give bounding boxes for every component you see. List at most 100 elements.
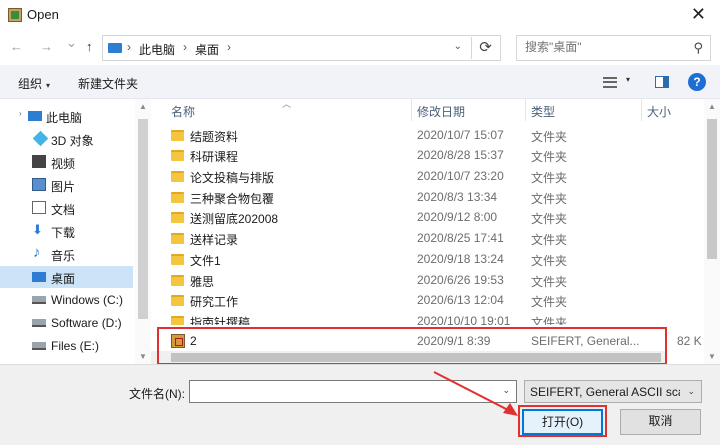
desktop-icon xyxy=(32,272,46,282)
cancel-button[interactable]: 取消 xyxy=(620,409,701,435)
sidebar-item-downloads[interactable]: ⬇ 下载 xyxy=(0,220,133,242)
document-icon xyxy=(32,201,46,214)
breadcrumb-separator: › xyxy=(227,40,231,54)
sidebar-item-drive-e[interactable]: Files (E:) xyxy=(0,335,133,357)
scroll-up-icon[interactable]: ▲ xyxy=(708,102,716,111)
command-toolbar: 组织 ▾ 新建文件夹 ▾ ? xyxy=(0,65,720,99)
filetype-select[interactable]: SEIFERT, General ASCII scan ( ⌄ xyxy=(524,380,702,403)
file-row[interactable]: 论文投稿与排版 2020/10/7 23:20 文件夹 xyxy=(151,166,704,186)
navigation-pane: › 此电脑 3D 对象 视频 图片 文档 ⬇ 下载 ♪ 音乐 桌面 Window… xyxy=(0,99,135,364)
search-input[interactable] xyxy=(525,40,680,54)
file-row[interactable]: 科研课程 2020/8/28 15:37 文件夹 xyxy=(151,145,704,165)
column-divider[interactable] xyxy=(641,99,642,121)
annotation-box-open xyxy=(518,405,607,437)
folder-icon xyxy=(171,171,184,182)
sidebar-item-label: 图片 xyxy=(51,180,76,194)
scroll-down-icon[interactable]: ▼ xyxy=(708,352,716,361)
breadcrumb-separator: › xyxy=(183,40,187,54)
search-box[interactable]: ⚲ xyxy=(516,35,711,61)
refresh-icon[interactable]: ⟳ xyxy=(471,37,499,59)
file-row[interactable]: 研究工作 2020/6/13 12:04 文件夹 xyxy=(151,290,704,310)
scroll-down-icon[interactable]: ▼ xyxy=(139,352,147,361)
column-header-type[interactable]: 类型 xyxy=(531,103,555,125)
drive-icon xyxy=(32,296,46,304)
chevron-down-icon[interactable]: ⌄ xyxy=(687,386,695,397)
column-header-size[interactable]: 大小 xyxy=(647,103,671,125)
file-modified: 2020/10/7 23:20 xyxy=(417,169,504,183)
folder-icon xyxy=(171,295,184,306)
scrollbar-thumb[interactable] xyxy=(707,119,717,259)
download-icon: ⬇ xyxy=(32,222,43,237)
file-name: 研究工作 xyxy=(190,295,239,309)
sidebar-item-label: Files (E:) xyxy=(51,339,99,353)
window-title: Open xyxy=(27,7,59,22)
file-row[interactable]: 送测留底202008 2020/9/12 8:00 文件夹 xyxy=(151,207,704,227)
sidebar-item-label: 视频 xyxy=(51,157,76,171)
expand-chevron-icon[interactable]: › xyxy=(19,109,22,118)
view-options-icon[interactable] xyxy=(603,77,617,88)
sidebar-item-videos[interactable]: 视频 xyxy=(0,151,133,173)
sidebar-item-3d-objects[interactable]: 3D 对象 xyxy=(0,128,133,150)
chevron-down-icon[interactable]: ⌄ xyxy=(502,385,510,396)
sidebar-item-drive-c[interactable]: Windows (C:) xyxy=(0,289,133,311)
computer-icon xyxy=(108,43,122,53)
file-row[interactable]: 三种聚合物包覆 2020/8/3 13:34 文件夹 xyxy=(151,187,704,207)
file-modified: 2020/10/7 15:07 xyxy=(417,128,504,142)
caret-down-icon: ▾ xyxy=(46,81,51,90)
sidebar-item-drive-d[interactable]: Software (D:) xyxy=(0,312,133,334)
caret-down-icon[interactable]: ▾ xyxy=(626,75,630,84)
column-header-modified[interactable]: 修改日期 xyxy=(417,103,465,125)
sidebar-item-desktop[interactable]: 桌面 xyxy=(0,266,133,288)
breadcrumb-this-pc[interactable]: 此电脑 xyxy=(139,41,175,58)
organize-button[interactable]: 组织 ▾ xyxy=(18,75,50,92)
chevron-down-icon[interactable]: ⌄ xyxy=(454,41,462,52)
file-modified: 2020/8/3 13:34 xyxy=(417,190,498,204)
sidebar-item-pictures[interactable]: 图片 xyxy=(0,174,133,196)
file-list: ︿ 名称 修改日期 类型 大小 结题资料 2020/10/7 15:07 文件夹… xyxy=(151,99,704,364)
filename-label: 文件名(N): xyxy=(129,387,185,401)
scrollbar-thumb[interactable] xyxy=(138,119,148,319)
sidebar-item-this-pc[interactable]: › 此电脑 xyxy=(0,105,133,127)
preview-pane-icon[interactable] xyxy=(655,76,669,88)
folder-icon xyxy=(171,254,184,265)
file-row[interactable]: 结题资料 2020/10/7 15:07 文件夹 xyxy=(151,125,704,145)
file-modified: 2020/10/10 19:01 xyxy=(417,314,511,325)
sidebar-scrollbar[interactable]: ▲ ▼ xyxy=(135,99,151,364)
breadcrumb-desktop[interactable]: 桌面 xyxy=(195,41,219,58)
address-bar[interactable]: › 此电脑 › 桌面 › ⌄ ⟳ xyxy=(102,35,501,61)
close-icon[interactable]: ✕ xyxy=(691,4,706,25)
file-name: 文件1 xyxy=(190,254,221,268)
file-type: 文件夹 xyxy=(531,212,568,226)
file-list-scrollbar[interactable]: ▲ ▼ xyxy=(704,99,720,364)
up-arrow-icon[interactable]: ↑ xyxy=(86,39,93,54)
help-icon[interactable]: ? xyxy=(688,73,706,91)
column-header-name[interactable]: 名称 xyxy=(171,103,195,125)
folder-icon xyxy=(171,316,184,325)
search-icon[interactable]: ⚲ xyxy=(693,40,703,56)
sidebar-item-label: 下载 xyxy=(51,226,76,240)
file-name: 结题资料 xyxy=(190,130,239,144)
filename-input[interactable]: ⌄ xyxy=(189,380,517,403)
new-folder-button[interactable]: 新建文件夹 xyxy=(78,75,138,92)
scroll-up-icon[interactable]: ▲ xyxy=(139,102,147,111)
dialog-footer: 文件名(N): ⌄ SEIFERT, General ASCII scan ( … xyxy=(0,364,720,445)
navigation-bar: ← → ⌄ ↑ › 此电脑 › 桌面 › ⌄ ⟳ ⚲ xyxy=(0,31,720,65)
column-divider[interactable] xyxy=(411,99,412,121)
column-divider[interactable] xyxy=(525,99,526,121)
file-name: 科研课程 xyxy=(190,150,239,164)
back-arrow-icon[interactable]: ← xyxy=(10,39,23,54)
sidebar-item-music[interactable]: ♪ 音乐 xyxy=(0,243,133,265)
file-type: 文件夹 xyxy=(531,192,568,206)
music-icon: ♪ xyxy=(33,244,41,261)
title-bar: Open ✕ xyxy=(0,0,720,31)
recent-locations-icon[interactable]: ⌄ xyxy=(66,35,77,51)
file-row[interactable]: 指南针撰稿 2020/10/10 19:01 文件夹 xyxy=(151,311,704,325)
file-row[interactable]: 送样记录 2020/8/25 17:41 文件夹 xyxy=(151,228,704,248)
sidebar-item-documents[interactable]: 文档 xyxy=(0,197,133,219)
file-row[interactable]: 文件1 2020/9/18 13:24 文件夹 xyxy=(151,249,704,269)
sidebar-item-label: 文档 xyxy=(51,203,76,217)
file-row[interactable]: 雅思 2020/6/26 19:53 文件夹 xyxy=(151,270,704,290)
drive-icon xyxy=(32,342,46,350)
forward-arrow-icon[interactable]: → xyxy=(40,39,53,54)
file-type: 文件夹 xyxy=(531,233,568,247)
